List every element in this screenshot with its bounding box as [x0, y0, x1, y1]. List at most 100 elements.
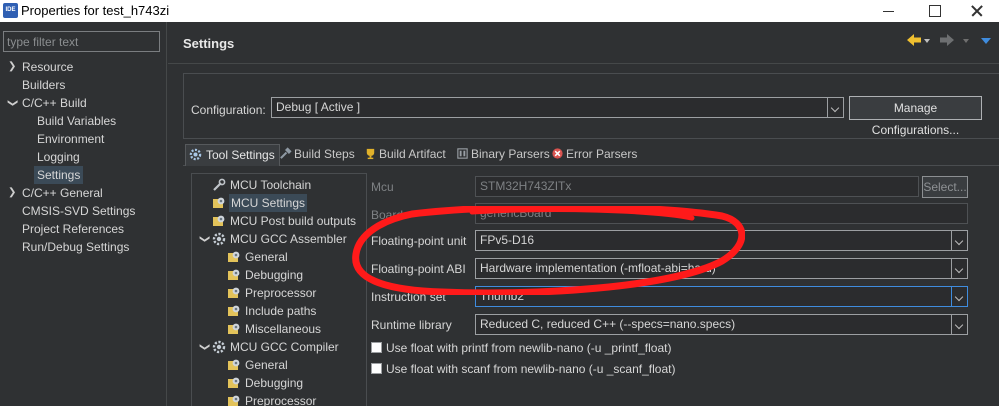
- tool-tree-label: MCU Post build outputs: [230, 214, 357, 228]
- settings-icon: [228, 269, 240, 280]
- property-page-tree: ❯ Resource Builders ❯ C/C++ Build Build Va…: [0, 58, 166, 256]
- runtime-library-combo[interactable]: Reduced C, reduced C++ (--specs=nano.spe…: [475, 314, 968, 335]
- runtime-library-label: Runtime library: [371, 318, 452, 332]
- runtime-library-value: Reduced C, reduced C++ (--specs=nano.spe…: [480, 317, 736, 331]
- sidebar-item-label: Logging: [37, 150, 80, 164]
- select-mcu-button[interactable]: Select...: [922, 176, 968, 198]
- tab-error-parsers[interactable]: Error Parsers: [548, 144, 637, 166]
- tab-build-artifact[interactable]: Build Artifact: [361, 144, 446, 166]
- tab-label: Tool Settings: [206, 148, 275, 162]
- sidebar-item-cpp-build[interactable]: ❯ C/C++ Build: [0, 94, 166, 112]
- gear-icon: [212, 340, 226, 354]
- filter-input[interactable]: [3, 31, 160, 52]
- view-menu-icon[interactable]: [981, 38, 991, 44]
- sidebar-item-environment[interactable]: Environment: [0, 130, 166, 148]
- scanf-float-option[interactable]: Use float with scanf from newlib-nano (-…: [371, 362, 675, 376]
- sidebar-item-run-debug[interactable]: Run/Debug Settings: [0, 238, 166, 256]
- board-label: Board: [371, 208, 404, 222]
- sidebar-item-cmsis-svd[interactable]: CMSIS-SVD Settings: [0, 202, 166, 220]
- chevron-down-icon[interactable]: [827, 98, 843, 117]
- error-icon: [552, 148, 563, 159]
- tab-label: Binary Parsers: [471, 147, 550, 161]
- tab-binary-parsers[interactable]: Binary Parsers: [453, 144, 550, 166]
- tab-build-steps[interactable]: Build Steps: [276, 144, 355, 166]
- mcu-label: Mcu: [371, 180, 394, 194]
- printf-float-option[interactable]: Use float with printf from newlib-nano (…: [371, 341, 671, 355]
- configuration-group: Configuration: Debug [ Active ] Manage C…: [183, 73, 999, 139]
- instruction-set-combo[interactable]: Thumb2: [475, 286, 968, 307]
- tool-tree-label: Include paths: [245, 304, 317, 318]
- forward-arrow-icon[interactable]: [939, 32, 955, 48]
- sidebar-item-resource[interactable]: ❯ Resource: [0, 58, 166, 76]
- tool-tree-label: Debugging: [245, 268, 304, 282]
- gear-icon: [212, 232, 226, 246]
- tab-label: Build Artifact: [379, 147, 446, 161]
- title-bar: IDE Properties for test_h743zi: [0, 0, 999, 22]
- settings-icon: [228, 359, 240, 370]
- sidebar-item-label: Environment: [37, 132, 105, 146]
- minimize-button[interactable]: [866, 0, 910, 22]
- settings-icon: [228, 395, 240, 406]
- sidebar-item-label: Resource: [22, 60, 74, 74]
- toolchain-icon: [213, 178, 226, 191]
- manage-configurations-button[interactable]: Manage Configurations...: [849, 96, 982, 137]
- gear-icon: [189, 148, 202, 161]
- chevron-down-icon[interactable]: ❯: [3, 99, 21, 107]
- maximize-button[interactable]: [912, 0, 956, 22]
- tab-label: Build Steps: [294, 147, 355, 161]
- tool-tree-label: MCU Settings: [229, 194, 308, 212]
- tool-tree-label: Preprocessor: [245, 394, 317, 406]
- sidebar-item-label: Run/Debug Settings: [22, 240, 130, 254]
- trophy-icon: [366, 148, 375, 160]
- tool-settings-tree: MCU Toolchain MCU Settings MCU Post buil…: [191, 173, 367, 406]
- chevron-right-icon[interactable]: ❯: [8, 58, 16, 76]
- printf-float-label: Use float with printf from newlib-nano (…: [386, 341, 672, 355]
- mcu-field: STM32H743ZITx: [475, 176, 919, 197]
- back-dropdown-icon[interactable]: [924, 39, 930, 43]
- tool-tree-label: Miscellaneous: [245, 322, 322, 336]
- forward-dropdown-icon[interactable]: [963, 39, 969, 43]
- chevron-down-icon[interactable]: ❯: [195, 235, 213, 243]
- scanf-float-label: Use float with scanf from newlib-nano (-…: [386, 362, 676, 376]
- abi-combo[interactable]: Hardware implementation (-mfloat-abi=har…: [475, 258, 968, 279]
- settings-tabs: Tool Settings Build Steps Build Artifact: [183, 144, 999, 166]
- sidebar-item-build-variables[interactable]: Build Variables: [0, 112, 166, 130]
- chevron-down-icon[interactable]: [951, 231, 967, 250]
- sidebar-item-label: Project References: [22, 222, 125, 236]
- settings-icon: [228, 287, 240, 298]
- sidebar-item-logging[interactable]: Logging: [0, 148, 166, 166]
- tool-tree-label: Debugging: [245, 376, 304, 390]
- chevron-down-icon[interactable]: [951, 287, 967, 306]
- tool-tree-label: MCU GCC Assembler: [230, 232, 347, 246]
- abi-value: Hardware implementation (-mfloat-abi=har…: [480, 261, 716, 275]
- chevron-down-icon[interactable]: [951, 259, 967, 278]
- back-arrow-icon[interactable]: [906, 32, 922, 48]
- printf-float-checkbox[interactable]: [371, 342, 382, 354]
- sidebar-item-settings[interactable]: Settings: [0, 166, 166, 184]
- configuration-combo[interactable]: Debug [ Active ]: [271, 97, 844, 118]
- fpu-value: FPv5-D16: [480, 233, 535, 247]
- tab-tool-settings[interactable]: Tool Settings: [185, 144, 280, 166]
- sidebar-item-label: C/C++ General: [22, 186, 103, 200]
- settings-content: Configuration: Debug [ Active ] Manage C…: [172, 64, 999, 406]
- tool-tree-label: MCU GCC Compiler: [230, 340, 339, 354]
- tool-tree-label: General: [245, 358, 288, 372]
- window-title: Properties for test_h743zi: [21, 3, 170, 18]
- fpu-label: Floating-point unit: [371, 234, 467, 248]
- sidebar-item-builders[interactable]: Builders: [0, 76, 166, 94]
- chevron-down-icon[interactable]: ❯: [195, 343, 213, 351]
- sidebar-item-cpp-general[interactable]: ❯ C/C++ General: [0, 184, 166, 202]
- close-button[interactable]: [955, 0, 999, 22]
- chevron-right-icon[interactable]: ❯: [8, 184, 16, 202]
- settings-icon: [228, 251, 240, 262]
- fpu-combo[interactable]: FPv5-D16: [475, 230, 968, 251]
- settings-icon: [228, 323, 240, 334]
- instruction-set-label: Instruction set: [371, 290, 446, 304]
- sidebar-item-project-references[interactable]: Project References: [0, 220, 166, 238]
- settings-icon: [213, 215, 225, 226]
- chevron-down-icon[interactable]: [951, 315, 967, 334]
- settings-icon: [228, 377, 240, 388]
- instruction-set-value: Thumb2: [480, 289, 525, 303]
- scanf-float-checkbox[interactable]: [371, 363, 382, 375]
- tool-tree-label: General: [245, 250, 288, 264]
